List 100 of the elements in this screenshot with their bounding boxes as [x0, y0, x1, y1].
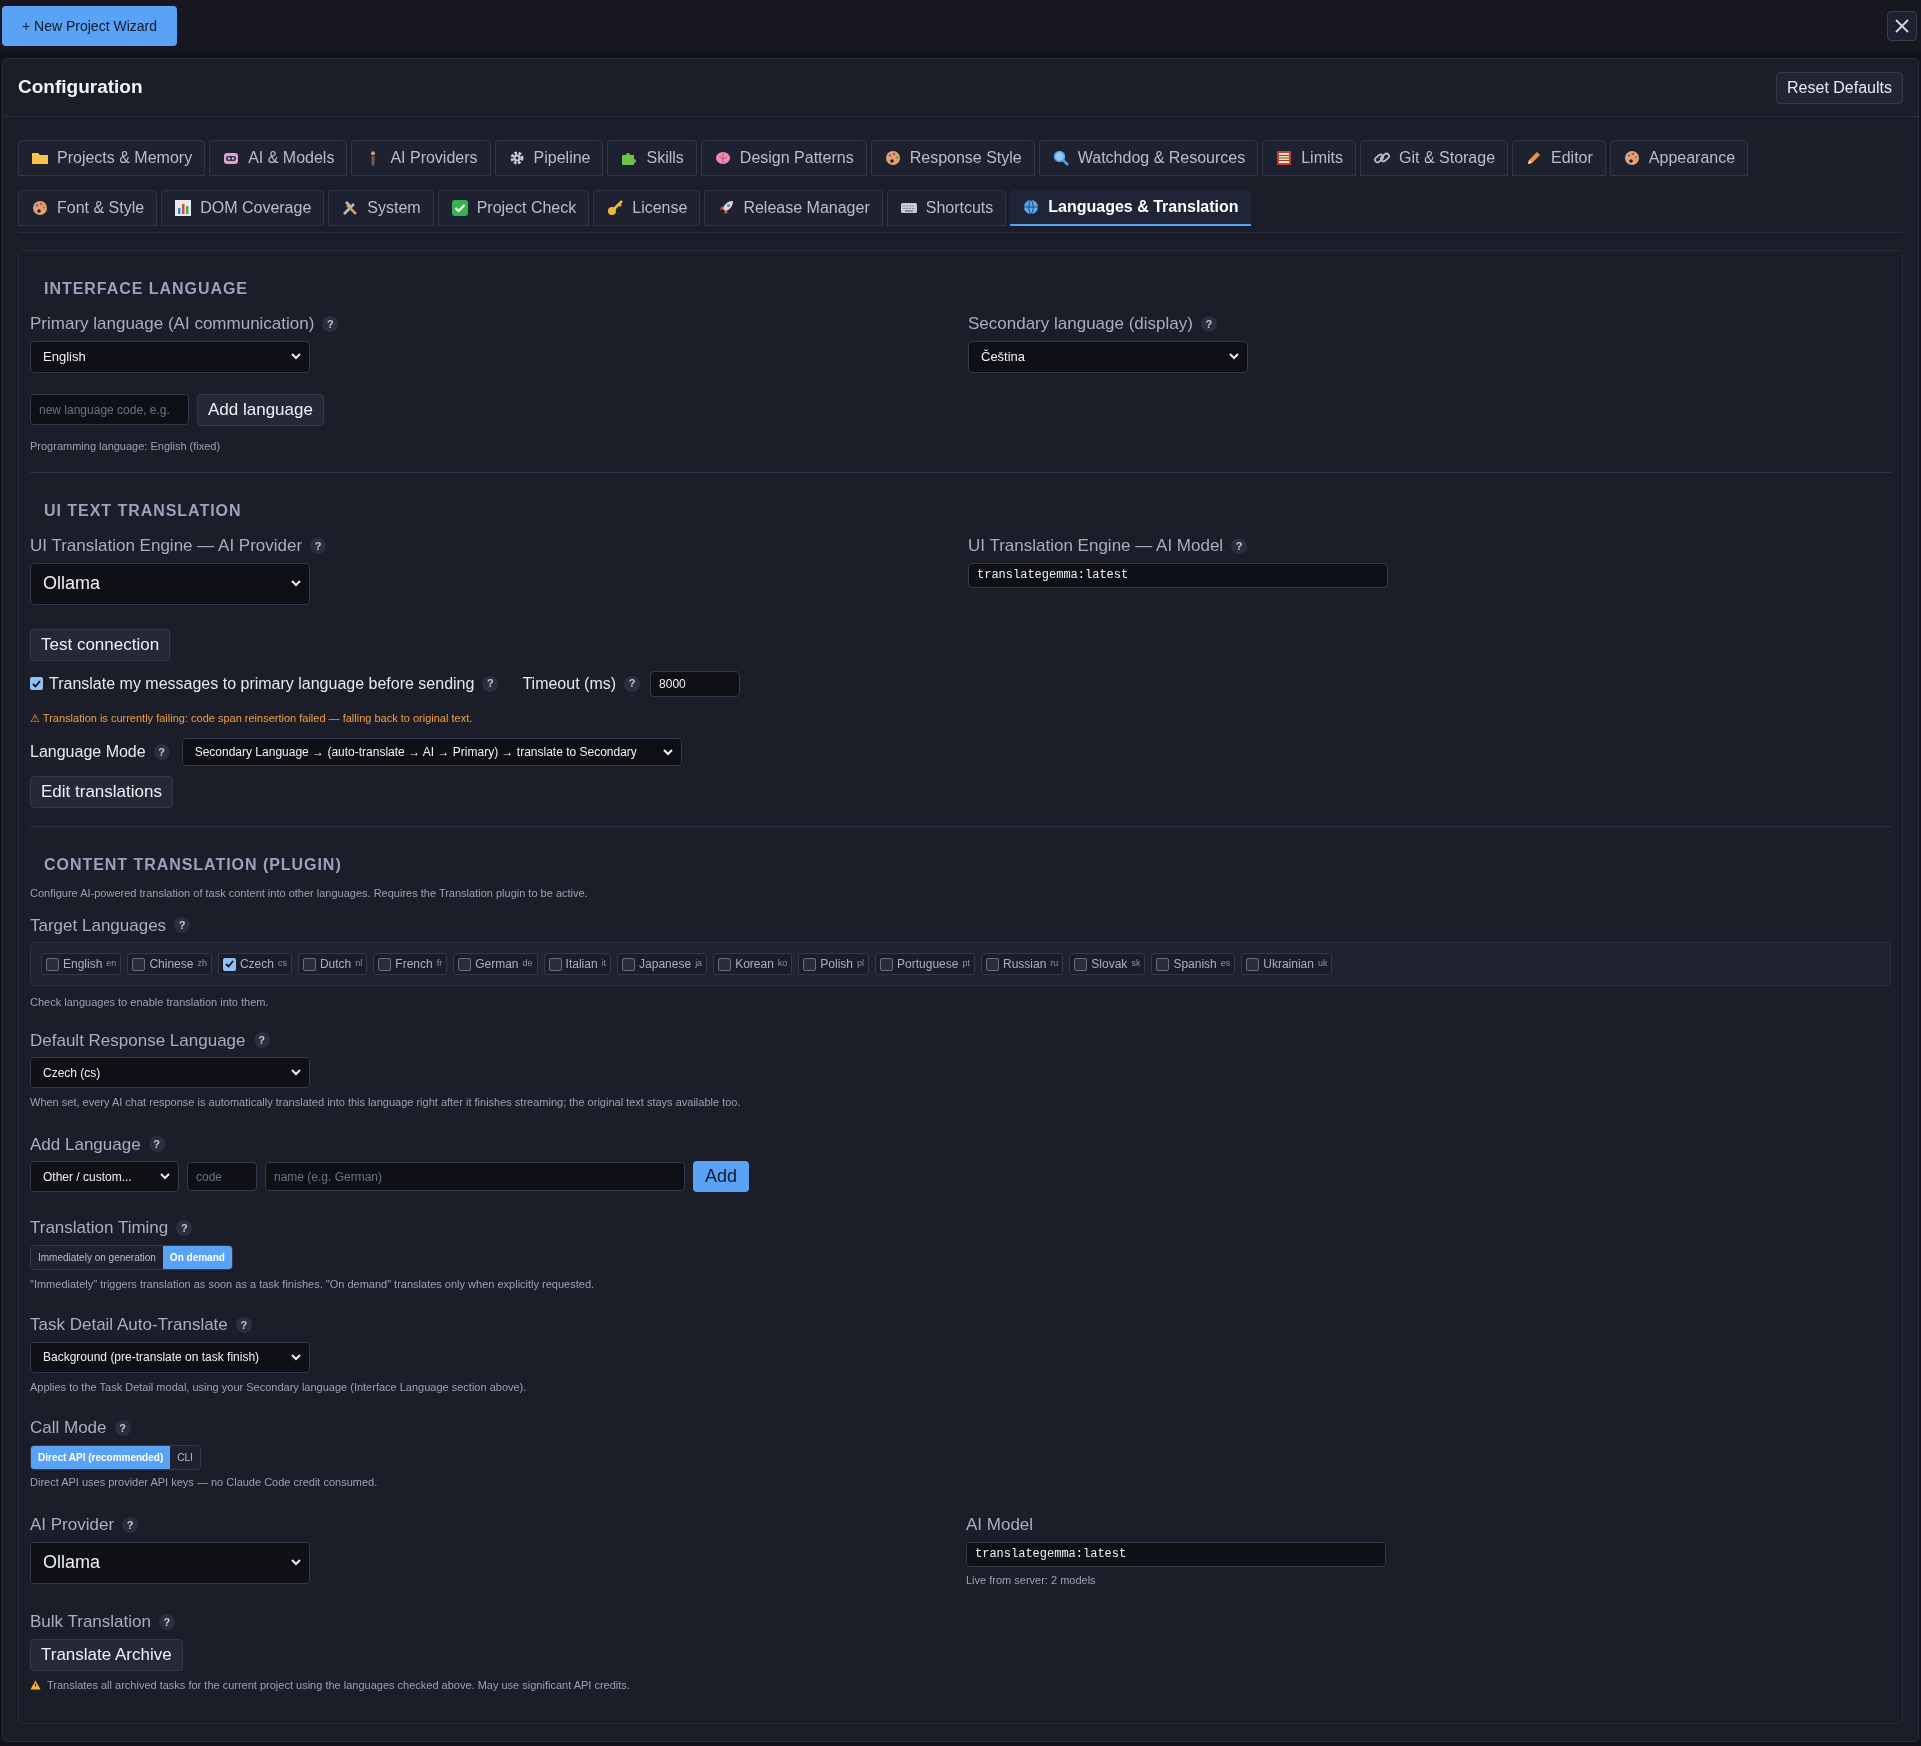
new-project-wizard-button[interactable]: + New Project Wizard — [2, 6, 177, 46]
language-option[interactable]: Ukrainian uk — [1241, 953, 1333, 975]
language-option[interactable]: Portuguese pt — [875, 953, 975, 975]
checkbox[interactable] — [458, 957, 472, 971]
dropdown[interactable]: Czech (cs) — [30, 1057, 310, 1088]
help-hint[interactable]: ? — [1200, 315, 1217, 332]
close-button[interactable] — [1887, 11, 1917, 41]
help-hint[interactable]: ? — [148, 1136, 165, 1153]
language-option[interactable]: French fr — [373, 953, 448, 975]
help-hint[interactable]: ? — [176, 1219, 193, 1236]
translate-archive-button[interactable]: Translate Archive — [30, 1638, 183, 1671]
add-language-button[interactable]: Add language — [197, 393, 324, 426]
checkbox[interactable] — [548, 957, 562, 971]
settings-tab[interactable]: Editor — [1512, 140, 1606, 176]
test-connection-button[interactable]: Test connection — [30, 628, 171, 661]
settings-tab[interactable]: Response Style — [870, 140, 1035, 176]
checkbox[interactable] — [378, 957, 392, 971]
settings-tab[interactable]: Languages & Translation — [1010, 190, 1251, 226]
settings-tab[interactable]: Design Patterns — [700, 140, 867, 176]
add-button[interactable]: Add — [693, 1161, 750, 1192]
settings-tab[interactable]: Skills — [607, 140, 697, 176]
language-option[interactable]: Korean ko — [713, 953, 793, 975]
settings-tab[interactable]: Pipeline — [494, 140, 604, 176]
help-hint[interactable]: ? — [482, 675, 499, 692]
dropdown[interactable]: Background (pre-translate on task finish) — [30, 1341, 310, 1373]
settings-tab[interactable]: Shortcuts — [886, 190, 1007, 226]
chevron-icon — [291, 1353, 301, 1361]
settings-tab[interactable]: Watchdog & Resources — [1038, 140, 1259, 176]
checkbox[interactable] — [803, 957, 817, 971]
dropdown[interactable]: Čeština — [968, 340, 1248, 373]
checkbox[interactable] — [222, 957, 236, 971]
edit-translations-button[interactable]: Edit translations — [30, 776, 173, 808]
segment-option[interactable]: CLI — [170, 1445, 200, 1469]
checkbox[interactable] — [880, 957, 894, 971]
language-option[interactable]: Italian it — [543, 953, 612, 975]
checkbox[interactable] — [1074, 957, 1088, 971]
text-field[interactable]: translategemma:latest — [966, 1541, 1386, 1567]
language-option[interactable]: Chinese zh — [127, 953, 212, 975]
help-hint[interactable]: ? — [114, 1419, 131, 1436]
language-name: English — [63, 956, 103, 973]
field-label: Bulk Translation — [30, 1611, 151, 1633]
settings-tab[interactable]: AI Providers — [351, 140, 491, 176]
help-hint[interactable]: ? — [153, 744, 170, 760]
input-field[interactable]: name (e.g. German) — [265, 1162, 685, 1191]
language-option[interactable]: German de — [453, 953, 538, 975]
dropdown[interactable]: Ollama — [30, 1541, 310, 1584]
help-hint[interactable]: ? — [253, 1032, 270, 1049]
language-option[interactable]: Polish pl — [798, 953, 870, 975]
language-name: Czech — [239, 956, 274, 973]
checkbox[interactable] — [985, 957, 999, 971]
settings-tab[interactable]: Project Check — [437, 190, 590, 226]
settings-tab[interactable]: Release Manager — [704, 190, 883, 226]
language-option[interactable]: Russian ru — [980, 953, 1064, 975]
settings-tab[interactable]: AI & Models — [209, 140, 348, 176]
checkbox[interactable] — [46, 957, 59, 971]
settings-tab[interactable]: Appearance — [1609, 140, 1749, 176]
language-option[interactable]: Dutch nl — [297, 953, 368, 975]
input-field[interactable]: code — [187, 1162, 257, 1191]
checkbox[interactable] — [132, 957, 146, 971]
settings-tab[interactable]: License — [593, 190, 701, 226]
settings-tab[interactable]: System — [328, 190, 434, 226]
language-option[interactable]: English en — [41, 953, 122, 975]
input-field[interactable]: new language code, e.g. — [30, 394, 189, 425]
language-option[interactable]: Czech cs — [217, 953, 292, 975]
help-hint[interactable]: ? — [322, 315, 339, 332]
checkbox[interactable] — [1156, 957, 1170, 971]
language-option[interactable]: Japanese ja — [617, 953, 708, 975]
language-code: ru — [1050, 957, 1059, 971]
language-code: pt — [962, 957, 970, 971]
dropdown[interactable]: Other / custom... — [30, 1161, 179, 1192]
settings-tab[interactable]: Font & Style — [18, 190, 158, 226]
help-hint[interactable]: ? — [624, 675, 641, 692]
help-hint[interactable]: ? — [174, 917, 191, 934]
language-option[interactable]: Slovak sk — [1069, 953, 1146, 975]
checkbox[interactable] — [30, 677, 43, 690]
language-option[interactable]: Spanish es — [1151, 953, 1236, 975]
dropdown[interactable]: Secondary Language → (auto-translate → AI → Primary) → translate to Secondary — [181, 738, 682, 766]
settings-tab[interactable]: Limits — [1262, 140, 1356, 176]
language-name: German — [475, 956, 519, 973]
checkbox[interactable] — [1246, 957, 1260, 971]
reset-defaults-button[interactable]: Reset Defaults — [1776, 71, 1903, 104]
text-field[interactable]: translategemma:latest — [968, 562, 1388, 588]
timeout-field[interactable]: 8000 — [650, 670, 741, 697]
settings-tab[interactable]: DOM Coverage — [161, 190, 325, 226]
settings-tab[interactable]: Projects & Memory — [18, 140, 206, 176]
segment-option[interactable]: Immediately on generation — [31, 1245, 163, 1269]
checkbox[interactable] — [718, 957, 732, 971]
help-hint[interactable]: ? — [158, 1613, 175, 1630]
help-hint[interactable]: ? — [122, 1516, 139, 1533]
help-hint[interactable]: ? — [235, 1316, 252, 1333]
settings-tab[interactable]: Git & Storage — [1360, 140, 1509, 176]
dropdown[interactable]: English — [30, 340, 310, 373]
help-hint[interactable]: ? — [310, 537, 327, 554]
chevron-icon — [291, 353, 301, 360]
dropdown[interactable]: Ollama — [30, 562, 310, 605]
hint-text: When set, every AI chat response is automatically translated into this language right after it finishes streaming; the original text stays available too. — [30, 1095, 742, 1110]
checkbox[interactable] — [302, 957, 316, 971]
checkbox[interactable] — [622, 957, 636, 971]
help-hint[interactable]: ? — [1231, 537, 1248, 554]
warning-icon — [30, 1679, 41, 1690]
